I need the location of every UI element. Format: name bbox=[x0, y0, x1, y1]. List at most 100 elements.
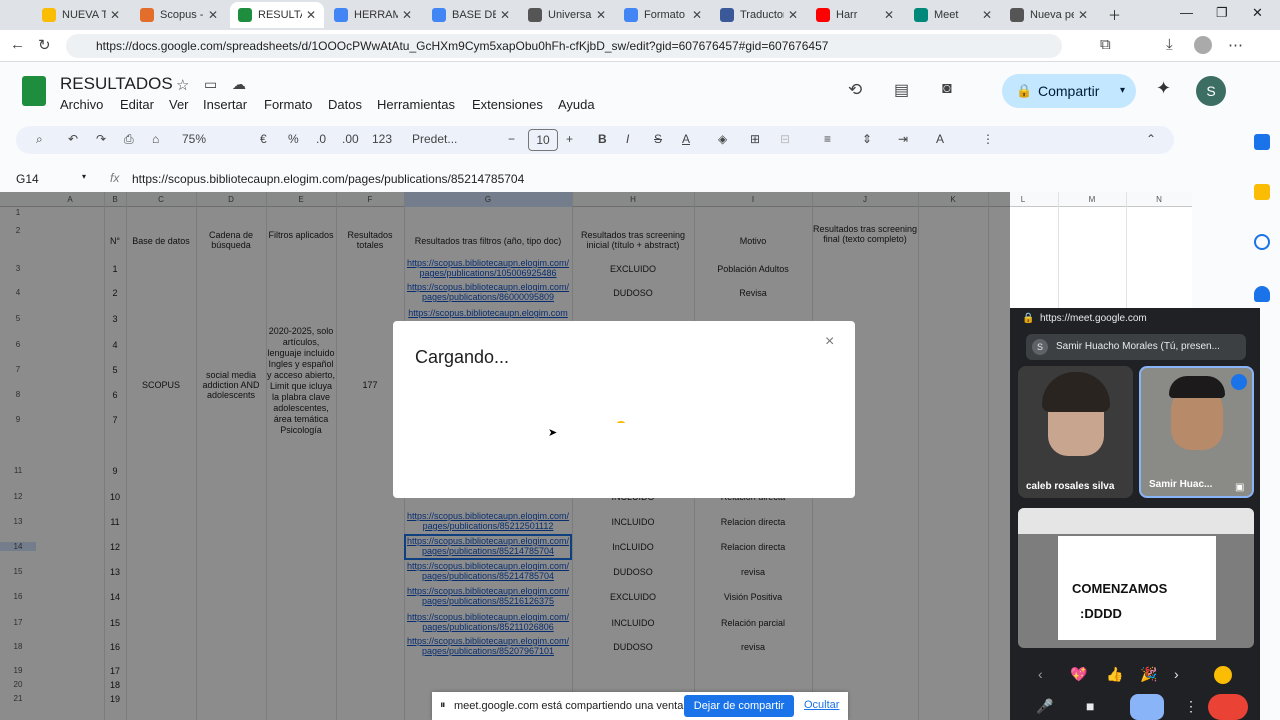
meet-camera-icon[interactable]: ◙ bbox=[942, 80, 952, 98]
tab-close-icon[interactable]: ✕ bbox=[106, 8, 120, 22]
menu-item[interactable]: Formato bbox=[264, 97, 312, 112]
cloud-icon[interactable]: ☁ bbox=[232, 76, 246, 93]
tab-close-icon[interactable]: ✕ bbox=[784, 8, 798, 22]
sheets-logo-icon[interactable] bbox=[22, 76, 46, 106]
browser-tab[interactable]: Scopus - F✕ bbox=[132, 2, 226, 28]
star-icon[interactable]: ☆ bbox=[176, 76, 189, 94]
reaction-party[interactable]: 🎉 bbox=[1140, 666, 1157, 683]
menu-item[interactable]: Ayuda bbox=[558, 97, 595, 112]
calendar-icon[interactable] bbox=[1254, 134, 1270, 150]
history-icon[interactable]: ⟲ bbox=[848, 80, 862, 100]
contacts-icon[interactable] bbox=[1254, 286, 1270, 302]
menu-item[interactable]: Datos bbox=[328, 97, 362, 112]
reaction-thumbs-up[interactable]: 👍 bbox=[1106, 666, 1123, 683]
browser-tab[interactable]: RESULTAD✕ bbox=[230, 2, 324, 28]
minimize-button[interactable]: — bbox=[1180, 5, 1193, 20]
keep-icon[interactable] bbox=[1254, 184, 1270, 200]
document-title[interactable]: RESULTADOS bbox=[60, 74, 173, 94]
formula-input[interactable]: https://scopus.bibliotecaupn.elogim.com/… bbox=[132, 172, 524, 186]
number-format-button[interactable]: 123 bbox=[372, 132, 392, 146]
tab-close-icon[interactable]: ✕ bbox=[302, 8, 316, 22]
reload-icon[interactable]: ↻ bbox=[38, 36, 51, 54]
leave-call-icon[interactable] bbox=[1208, 694, 1248, 720]
browser-tab[interactable]: Universal ✕ bbox=[520, 2, 614, 28]
font-family-select[interactable]: Predet... bbox=[412, 132, 457, 146]
profile-avatar[interactable] bbox=[1194, 36, 1212, 54]
tasks-icon[interactable] bbox=[1254, 234, 1270, 250]
menu-item[interactable]: Ver bbox=[169, 97, 189, 112]
font-size-input[interactable]: 10 bbox=[528, 129, 558, 151]
url-input[interactable]: https://docs.google.com/spreadsheets/d/1… bbox=[66, 34, 1062, 58]
tab-close-icon[interactable]: ✕ bbox=[204, 8, 218, 22]
tab-close-icon[interactable]: ✕ bbox=[978, 8, 992, 22]
menu-item[interactable]: Herramientas bbox=[377, 97, 455, 112]
bold-icon[interactable]: B bbox=[598, 132, 607, 146]
decrease-font-icon[interactable]: − bbox=[508, 132, 515, 146]
back-arrow-icon[interactable]: ← bbox=[10, 36, 25, 53]
close-window-button[interactable]: ✕ bbox=[1252, 5, 1263, 21]
more-options-icon[interactable]: ⋮ bbox=[1184, 698, 1198, 715]
browser-tab[interactable]: BASE DE II✕ bbox=[424, 2, 518, 28]
strikethrough-icon[interactable]: S bbox=[654, 132, 662, 146]
presenter-bar[interactable]: S Samir Huacho Morales (Tú, presen... bbox=[1026, 334, 1246, 360]
screen-share-preview[interactable]: COMENZAMOS :DDDD bbox=[1018, 508, 1254, 648]
participant-tile[interactable]: caleb rosales silva bbox=[1018, 366, 1133, 498]
menu-item[interactable]: Archivo bbox=[60, 97, 103, 112]
chevron-down-icon[interactable]: ▾ bbox=[82, 172, 86, 181]
search-menus-icon[interactable]: ⌕ bbox=[36, 132, 43, 147]
reaction-heart[interactable]: 💖 bbox=[1070, 666, 1087, 683]
user-avatar[interactable]: S bbox=[1196, 76, 1226, 106]
chevron-right-icon[interactable]: › bbox=[1174, 666, 1179, 682]
align-horizontal-icon[interactable]: ≡ bbox=[824, 132, 831, 146]
menu-item[interactable]: Editar bbox=[120, 97, 154, 112]
tab-close-icon[interactable]: ✕ bbox=[496, 8, 510, 22]
paint-format-icon[interactable]: ⌂ bbox=[152, 132, 159, 146]
currency-format-button[interactable]: € bbox=[260, 132, 267, 146]
text-color-icon[interactable]: A bbox=[682, 132, 690, 146]
text-wrap-icon[interactable]: ⇥ bbox=[898, 132, 908, 146]
hide-button[interactable]: Ocultar bbox=[804, 699, 839, 711]
close-icon[interactable]: × bbox=[825, 333, 834, 351]
redo-icon[interactable]: ↷ bbox=[96, 132, 106, 146]
browser-tab[interactable]: Meet ✕ bbox=[906, 2, 1000, 28]
fill-color-icon[interactable]: ◈ bbox=[718, 132, 727, 146]
more-icon[interactable]: ⋯ bbox=[1228, 36, 1243, 54]
tab-close-icon[interactable]: ✕ bbox=[880, 8, 894, 22]
share-button[interactable]: 🔒 Compartir ▾ bbox=[1002, 74, 1136, 108]
microphone-icon[interactable]: 🎤 bbox=[1036, 698, 1053, 715]
borders-icon[interactable]: ⊞ bbox=[750, 132, 760, 146]
collapse-toolbar-icon[interactable]: ⌃ bbox=[1146, 132, 1156, 146]
new-tab-button[interactable]: ＋ bbox=[1108, 5, 1121, 24]
comments-icon[interactable]: ▤ bbox=[894, 80, 909, 100]
present-screen-icon[interactable] bbox=[1130, 694, 1164, 720]
menu-item[interactable]: Extensiones bbox=[472, 97, 543, 112]
extensions-icon[interactable]: ⧉ bbox=[1100, 36, 1111, 53]
gemini-icon[interactable]: ✦ bbox=[1156, 78, 1171, 99]
tab-close-icon[interactable]: ✕ bbox=[592, 8, 606, 22]
maximize-button[interactable]: ❐ bbox=[1216, 5, 1228, 21]
tab-close-icon[interactable]: ✕ bbox=[1074, 8, 1088, 22]
align-vertical-icon[interactable]: ⇕ bbox=[862, 132, 872, 146]
browser-tab[interactable]: Traductor ✕ bbox=[712, 2, 806, 28]
emoji-picker-icon[interactable] bbox=[1214, 666, 1232, 684]
merge-cells-icon[interactable]: ⊟ bbox=[780, 132, 790, 146]
column-header[interactable]: N bbox=[1126, 195, 1192, 204]
download-icon[interactable]: ⤓ bbox=[1166, 36, 1173, 53]
pin-icon[interactable]: ▣ bbox=[1235, 482, 1244, 493]
print-icon[interactable]: ⎙ bbox=[124, 132, 134, 147]
decrease-decimal-button[interactable]: .0 bbox=[316, 132, 326, 146]
undo-icon[interactable]: ↶ bbox=[68, 132, 78, 146]
stop-sharing-button[interactable]: Dejar de compartir bbox=[684, 695, 794, 717]
name-box[interactable]: G14 bbox=[16, 172, 39, 186]
folder-icon[interactable]: ▭ bbox=[204, 76, 217, 93]
participant-tile[interactable]: Samir Huac... ▣ bbox=[1139, 366, 1254, 498]
text-rotation-icon[interactable]: A bbox=[936, 132, 944, 146]
browser-tab[interactable]: HERRAMII✕ bbox=[326, 2, 420, 28]
browser-tab[interactable]: NUEVA TE✕ bbox=[34, 2, 128, 28]
menu-item[interactable]: Insertar bbox=[203, 97, 247, 112]
chevron-left-icon[interactable]: ‹ bbox=[1038, 666, 1043, 682]
increase-decimal-button[interactable]: .00 bbox=[342, 132, 359, 146]
browser-tab[interactable]: Harr ✕ bbox=[808, 2, 902, 28]
italic-icon[interactable]: I bbox=[626, 132, 629, 146]
column-header[interactable]: M bbox=[1058, 195, 1126, 204]
